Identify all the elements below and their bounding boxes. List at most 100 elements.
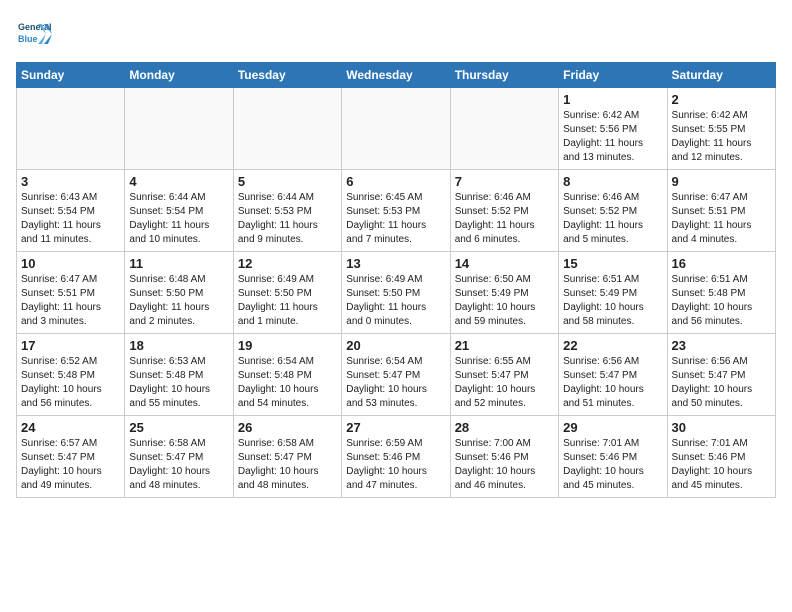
day-number: 26 [238,420,337,435]
day-number: 4 [129,174,228,189]
day-number: 19 [238,338,337,353]
calendar-cell: 8 Sunrise: 6:46 AM Sunset: 5:52 PM Daylig… [559,170,667,252]
day-number: 10 [21,256,120,271]
day-info: Sunrise: 6:44 AM Sunset: 5:53 PM Dayligh… [238,191,337,247]
day-info: Sunrise: 6:57 AM Sunset: 5:47 PM Dayligh… [21,437,120,493]
calendar-cell [233,88,341,170]
day-number: 30 [672,420,771,435]
week-row-5: 24 Sunrise: 6:57 AM Sunset: 5:47 PM Dayli… [17,416,776,498]
calendar-cell: 22 Sunrise: 6:56 AM Sunset: 5:47 PM Dayli… [559,334,667,416]
calendar-cell: 27 Sunrise: 6:59 AM Sunset: 5:46 PM Dayli… [342,416,450,498]
day-info: Sunrise: 6:58 AM Sunset: 5:47 PM Dayligh… [238,437,337,493]
calendar-table: SundayMondayTuesdayWednesdayThursdayFrid… [16,62,776,498]
day-info: Sunrise: 6:58 AM Sunset: 5:47 PM Dayligh… [129,437,228,493]
weekday-header-saturday: Saturday [667,63,775,88]
week-row-4: 17 Sunrise: 6:52 AM Sunset: 5:48 PM Dayli… [17,334,776,416]
day-info: Sunrise: 6:53 AM Sunset: 5:48 PM Dayligh… [129,355,228,411]
day-info: Sunrise: 7:01 AM Sunset: 5:46 PM Dayligh… [563,437,662,493]
calendar-cell: 3 Sunrise: 6:43 AM Sunset: 5:54 PM Daylig… [17,170,125,252]
calendar-cell: 19Sunrise: 6:54 AM Sunset: 5:48 PM Dayli… [233,334,341,416]
logo: General Blue [16,16,52,52]
day-info: Sunrise: 6:52 AM Sunset: 5:48 PM Dayligh… [21,355,120,411]
day-info: Sunrise: 6:49 AM Sunset: 5:50 PM Dayligh… [238,273,337,329]
week-row-3: 10 Sunrise: 6:47 AM Sunset: 5:51 PM Dayli… [17,252,776,334]
day-info: Sunrise: 6:47 AM Sunset: 5:51 PM Dayligh… [21,273,120,329]
day-number: 27 [346,420,445,435]
day-info: Sunrise: 6:51 AM Sunset: 5:48 PM Dayligh… [672,273,771,329]
day-number: 1 [563,92,662,107]
day-number: 6 [346,174,445,189]
day-info: Sunrise: 6:43 AM Sunset: 5:54 PM Dayligh… [21,191,120,247]
day-number: 13 [346,256,445,271]
calendar-cell: 11Sunrise: 6:48 AM Sunset: 5:50 PM Dayli… [125,252,233,334]
weekday-header-wednesday: Wednesday [342,63,450,88]
day-number: 14 [455,256,554,271]
day-number: 18 [129,338,228,353]
calendar-cell: 10 Sunrise: 6:47 AM Sunset: 5:51 PM Dayli… [17,252,125,334]
weekday-header-monday: Monday [125,63,233,88]
day-info: Sunrise: 6:42 AM Sunset: 5:56 PM Dayligh… [563,109,662,165]
day-number: 7 [455,174,554,189]
calendar-cell: 15Sunrise: 6:51 AM Sunset: 5:49 PM Dayli… [559,252,667,334]
calendar-cell: 13 Sunrise: 6:49 AM Sunset: 5:50 PM Dayli… [342,252,450,334]
weekday-header-thursday: Thursday [450,63,558,88]
day-number: 25 [129,420,228,435]
calendar-cell: 17 Sunrise: 6:52 AM Sunset: 5:48 PM Dayli… [17,334,125,416]
calendar-cell: 16 Sunrise: 6:51 AM Sunset: 5:48 PM Dayli… [667,252,775,334]
day-number: 16 [672,256,771,271]
day-number: 21 [455,338,554,353]
day-info: Sunrise: 7:01 AM Sunset: 5:46 PM Dayligh… [672,437,771,493]
calendar-cell: 20 Sunrise: 6:54 AM Sunset: 5:47 PM Dayli… [342,334,450,416]
calendar-cell: 12 Sunrise: 6:49 AM Sunset: 5:50 PM Dayli… [233,252,341,334]
calendar-cell: 14 Sunrise: 6:50 AM Sunset: 5:49 PM Dayli… [450,252,558,334]
day-number: 22 [563,338,662,353]
day-number: 15 [563,256,662,271]
day-number: 17 [21,338,120,353]
calendar-cell: 21 Sunrise: 6:55 AM Sunset: 5:47 PM Dayli… [450,334,558,416]
day-info: Sunrise: 6:46 AM Sunset: 5:52 PM Dayligh… [563,191,662,247]
calendar-cell [17,88,125,170]
day-number: 5 [238,174,337,189]
day-number: 12 [238,256,337,271]
week-row-1: 1 Sunrise: 6:42 AM Sunset: 5:56 PM Daylig… [17,88,776,170]
calendar-cell: 24 Sunrise: 6:57 AM Sunset: 5:47 PM Dayli… [17,416,125,498]
day-info: Sunrise: 6:50 AM Sunset: 5:49 PM Dayligh… [455,273,554,329]
calendar-cell: 26 Sunrise: 6:58 AM Sunset: 5:47 PM Dayli… [233,416,341,498]
page-header: General Blue [16,16,776,52]
calendar-cell: 9Sunrise: 6:47 AM Sunset: 5:51 PM Daylig… [667,170,775,252]
calendar-cell: 1 Sunrise: 6:42 AM Sunset: 5:56 PM Daylig… [559,88,667,170]
calendar-cell: 5 Sunrise: 6:44 AM Sunset: 5:53 PM Daylig… [233,170,341,252]
calendar-cell: 18 Sunrise: 6:53 AM Sunset: 5:48 PM Dayli… [125,334,233,416]
day-info: Sunrise: 6:45 AM Sunset: 5:53 PM Dayligh… [346,191,445,247]
day-info: Sunrise: 7:00 AM Sunset: 5:46 PM Dayligh… [455,437,554,493]
day-number: 2 [672,92,771,107]
calendar-cell: 28 Sunrise: 7:00 AM Sunset: 5:46 PM Dayli… [450,416,558,498]
day-info: Sunrise: 6:56 AM Sunset: 5:47 PM Dayligh… [563,355,662,411]
day-info: Sunrise: 6:44 AM Sunset: 5:54 PM Dayligh… [129,191,228,247]
day-number: 9 [672,174,771,189]
svg-text:Blue: Blue [18,34,38,44]
day-info: Sunrise: 6:59 AM Sunset: 5:46 PM Dayligh… [346,437,445,493]
day-info: Sunrise: 6:55 AM Sunset: 5:47 PM Dayligh… [455,355,554,411]
calendar-cell: 25 Sunrise: 6:58 AM Sunset: 5:47 PM Dayli… [125,416,233,498]
calendar-cell: 7Sunrise: 6:46 AM Sunset: 5:52 PM Daylig… [450,170,558,252]
calendar-cell: 23 Sunrise: 6:56 AM Sunset: 5:47 PM Dayli… [667,334,775,416]
day-number: 3 [21,174,120,189]
day-number: 24 [21,420,120,435]
weekday-header-friday: Friday [559,63,667,88]
day-number: 20 [346,338,445,353]
day-number: 29 [563,420,662,435]
calendar-cell: 4 Sunrise: 6:44 AM Sunset: 5:54 PM Daylig… [125,170,233,252]
day-info: Sunrise: 6:49 AM Sunset: 5:50 PM Dayligh… [346,273,445,329]
day-info: Sunrise: 6:54 AM Sunset: 5:47 PM Dayligh… [346,355,445,411]
logo-icon: General Blue [16,16,52,52]
calendar-cell: 2 Sunrise: 6:42 AM Sunset: 5:55 PM Daylig… [667,88,775,170]
week-row-2: 3 Sunrise: 6:43 AM Sunset: 5:54 PM Daylig… [17,170,776,252]
weekday-header-sunday: Sunday [17,63,125,88]
day-info: Sunrise: 6:42 AM Sunset: 5:55 PM Dayligh… [672,109,771,165]
day-info: Sunrise: 6:48 AM Sunset: 5:50 PM Dayligh… [129,273,228,329]
day-info: Sunrise: 6:56 AM Sunset: 5:47 PM Dayligh… [672,355,771,411]
day-number: 28 [455,420,554,435]
day-number: 23 [672,338,771,353]
day-number: 8 [563,174,662,189]
